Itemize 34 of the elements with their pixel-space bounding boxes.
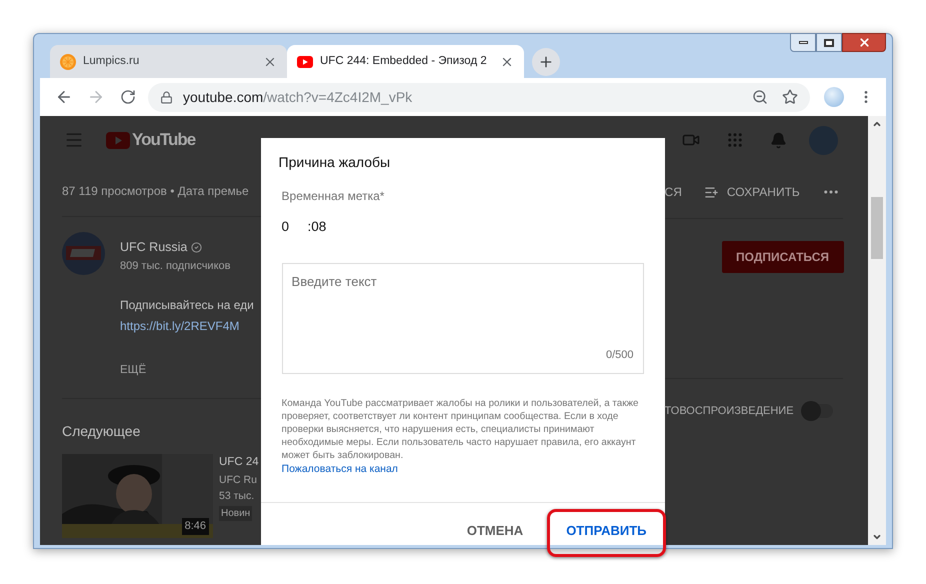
seconds-field[interactable]: :08 xyxy=(308,217,326,238)
character-counter: 0/500 xyxy=(606,348,634,363)
action-label[interactable]: СЯ xyxy=(664,183,682,201)
new-badge: Новин xyxy=(219,506,252,522)
submit-button[interactable]: ОТПРАВИТЬ xyxy=(552,514,661,548)
address-bar[interactable]: youtube.com/watch?v=4Zc4I2M_vPk xyxy=(148,82,810,112)
report-channel-link[interactable]: Пожаловаться на канал xyxy=(282,462,398,478)
video-views: 53 тыс. xyxy=(219,488,256,504)
complaint-text-field[interactable]: Введите текст 0/500 xyxy=(282,263,644,374)
subscribe-button[interactable]: ПОДПИСАТЬСЯ xyxy=(722,241,844,273)
minutes-field[interactable]: 0 xyxy=(282,217,308,238)
url-path: /watch?v=4Zc4I2M_vPk xyxy=(263,88,412,107)
logo-text[interactable]: YouTube xyxy=(132,127,196,153)
url-host: youtube.com xyxy=(183,88,264,107)
video-title[interactable]: UFC 24 xyxy=(219,454,259,471)
views-text: 87 119 просмотров • Дата премье xyxy=(62,183,250,200)
up-next-heading: Следующее xyxy=(62,422,142,441)
timestamp-label: Временная метка* xyxy=(282,188,386,205)
subscriber-count: 809 тыс. подписчиков xyxy=(120,258,232,274)
notice-text: Команда YouTube рассматривает жалобы на ролики и пользователей, а также проверяет, соответствует ли контент принципам сообщества. Если в ходе проверки выясняется, что нарушения есть, специалисты принимают необходимые меры. Если пользователь часто нарушает правила, его аккаунт может быть заблокирован. xyxy=(282,397,640,462)
channel-name[interactable]: UFC Russia xyxy=(120,238,188,257)
description-text: Подписывайтесь на еди xyxy=(120,297,254,314)
duration-badge: 8:46 xyxy=(182,518,209,534)
browser-tab[interactable]: Lumpics.ru xyxy=(50,45,287,78)
video-channel: UFC Ru xyxy=(219,472,258,488)
tab-title: Lumpics.ru xyxy=(83,54,140,69)
tab-title: UFC 244: Embedded - Эпизод 2 xyxy=(320,54,488,69)
placeholder-text: Введите текст xyxy=(292,273,378,292)
save-label[interactable]: СОХРАНИТЬ xyxy=(726,183,800,201)
description-link[interactable]: https://bit.ly/2REVF4M xyxy=(120,317,254,336)
dialog-title: Причина жалобы xyxy=(278,153,392,172)
show-more-link[interactable]: ЕЩЁ xyxy=(120,362,254,380)
browser-tab[interactable]: UFC 244: Embedded - Эпизод 2 xyxy=(287,45,524,78)
cancel-button[interactable]: ОТМЕНА xyxy=(452,514,538,548)
